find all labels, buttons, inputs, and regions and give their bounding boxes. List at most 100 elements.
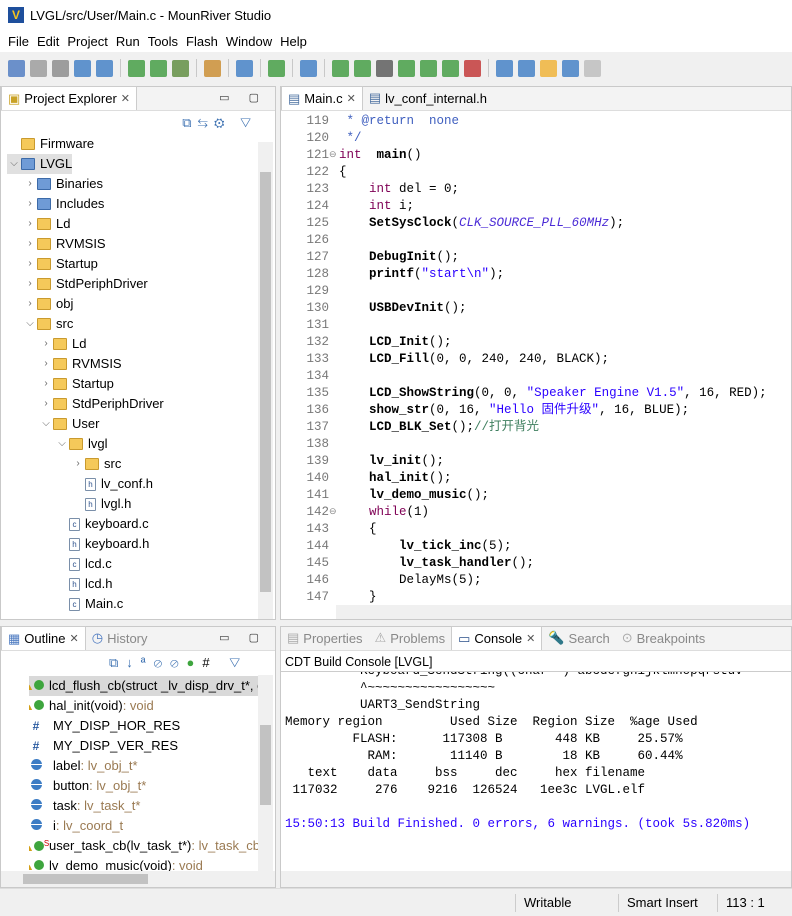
minimize-maximize-icons[interactable]: ▭ ▢ xyxy=(219,631,267,644)
code-line[interactable]: 131 xyxy=(281,317,792,334)
tab-properties[interactable]: ▤ Properties xyxy=(281,626,369,650)
tree-item-stdperiphdriver[interactable]: › StdPeriphDriver xyxy=(39,394,163,414)
toolbar-button-icon[interactable] xyxy=(332,59,349,77)
code-line[interactable]: 135 LCD_ShowString(0, 0, "Speaker Engine… xyxy=(281,385,792,402)
outline-item[interactable]: i : lv_coord_t xyxy=(29,816,259,836)
toolbar-button-icon[interactable] xyxy=(300,59,317,77)
chevron-right-icon[interactable]: › xyxy=(39,394,53,414)
toolbar-button-icon[interactable] xyxy=(496,59,513,77)
tree-item-binaries[interactable]: › Binaries xyxy=(23,174,103,194)
menu-flash[interactable]: Flash xyxy=(182,34,222,49)
tree-item-rvmsis[interactable]: › RVMSIS xyxy=(23,234,105,254)
code-line[interactable]: 119 * @return none xyxy=(281,113,792,130)
outline-item[interactable]: # MY_DISP_HOR_RES xyxy=(29,716,259,736)
close-icon[interactable]: ✕ xyxy=(526,632,535,645)
chevron-right-icon[interactable]: › xyxy=(71,454,85,474)
menu-file[interactable]: File xyxy=(4,34,33,49)
code-line[interactable]: 141 lv_demo_music(); xyxy=(281,487,792,504)
code-line[interactable]: 146 DelayMs(5); xyxy=(281,572,792,589)
chevron-right-icon[interactable]: › xyxy=(23,234,37,254)
tab-outline[interactable]: ▦ Outline ✕ xyxy=(1,626,86,650)
fold-collapse-icon[interactable]: ⊖ xyxy=(329,504,337,521)
code-line[interactable]: 123 int del = 0; xyxy=(281,181,792,198)
outline-item[interactable]: # MY_DISP_VER_RES xyxy=(29,736,259,756)
toolbar-button-icon[interactable] xyxy=(52,59,69,77)
tree-item-lvgl[interactable]: ⌵ lvgl xyxy=(55,434,107,454)
toolbar-button-icon[interactable] xyxy=(376,59,393,77)
chevron-down-icon[interactable]: ⌵ xyxy=(55,434,69,454)
code-line[interactable]: 127 DebugInit(); xyxy=(281,249,792,266)
code-line[interactable]: 121 ⊖ int main() xyxy=(281,147,792,164)
minimize-maximize-icons[interactable]: ▭ ▢ xyxy=(219,91,267,104)
chevron-right-icon[interactable]: › xyxy=(23,214,37,234)
toolbar-button-icon[interactable] xyxy=(518,59,535,77)
menu-tools[interactable]: Tools xyxy=(144,34,182,49)
toolbar-button-icon[interactable] xyxy=(96,59,113,77)
scrollbar[interactable] xyxy=(258,142,273,619)
toolbar-button-icon[interactable] xyxy=(420,59,437,77)
toolbar-button-icon[interactable] xyxy=(236,59,253,77)
tree-item-rvmsis[interactable]: › RVMSIS xyxy=(39,354,121,374)
tab-problems[interactable]: ⚠ Problems xyxy=(369,626,452,650)
tree-item-keyboard-c[interactable]: c keyboard.c xyxy=(55,514,149,534)
fold-collapse-icon[interactable]: ⊖ xyxy=(329,147,337,164)
code-line[interactable]: 137 LCD_BLK_Set();//打开背光 xyxy=(281,419,792,436)
toolbar-button-icon[interactable] xyxy=(74,59,91,77)
chevron-right-icon[interactable]: › xyxy=(23,174,37,194)
code-line[interactable]: 143 { xyxy=(281,521,792,538)
tab-console[interactable]: ▭ Console ✕ xyxy=(451,626,543,650)
tab-breakpoints[interactable]: ⊙ Breakpoints xyxy=(616,626,712,650)
toolbar-button-icon[interactable] xyxy=(540,59,557,77)
tree-item-ld[interactable]: › Ld xyxy=(23,214,70,234)
toolbar-button-icon[interactable] xyxy=(398,59,415,77)
toolbar-button-icon[interactable] xyxy=(562,59,579,77)
close-icon[interactable]: ✕ xyxy=(347,92,356,105)
horizontal-scrollbar[interactable] xyxy=(1,871,275,887)
code-line[interactable]: 147 } xyxy=(281,589,792,603)
tree-item-lvgl-h[interactable]: h lvgl.h xyxy=(71,494,131,514)
tree-item-obj[interactable]: › obj xyxy=(23,294,73,314)
toolbar-button-icon[interactable] xyxy=(354,59,371,77)
tree-item-keyboard-h[interactable]: h keyboard.h xyxy=(55,534,149,554)
code-line[interactable]: 134 xyxy=(281,368,792,385)
code-line[interactable]: 125 SetSysClock(CLK_SOURCE_PLL_60MHz); xyxy=(281,215,792,232)
toolbar-button-icon[interactable] xyxy=(30,59,47,77)
menu-project[interactable]: Project xyxy=(63,34,111,49)
outline-item[interactable]: task : lv_task_t* xyxy=(29,796,259,816)
chevron-right-icon[interactable]: › xyxy=(39,334,53,354)
code-line[interactable]: 126 xyxy=(281,232,792,249)
outline-item[interactable]: ▲ Suser_task_cb(lv_task_t*) : lv_task_cb xyxy=(29,836,259,856)
tree-item-lvgl[interactable]: ⌵ LVGL xyxy=(7,154,73,174)
outline-item[interactable]: label : lv_obj_t* xyxy=(29,756,259,776)
tab-project-explorer[interactable]: ▣ Project Explorer ✕ xyxy=(1,86,137,110)
code-line[interactable]: 142 ⊖ while(1) xyxy=(281,504,792,521)
code-line[interactable]: 124 int i; xyxy=(281,198,792,215)
toolbar-button-icon[interactable] xyxy=(172,59,189,77)
code-line[interactable]: 136 show_str(0, 16, "Hello 固件升级", 16, BL… xyxy=(281,402,792,419)
tree-item-lcd-h[interactable]: h lcd.h xyxy=(55,574,112,594)
code-line[interactable]: 138 xyxy=(281,436,792,453)
horizontal-scrollbar[interactable] xyxy=(336,605,791,619)
code-line[interactable]: 120 */ xyxy=(281,130,792,147)
menu-run[interactable]: Run xyxy=(112,34,144,49)
outline-item[interactable]: button : lv_obj_t* xyxy=(29,776,259,796)
menu-help[interactable]: Help xyxy=(276,34,311,49)
code-line[interactable]: 144 lv_tick_inc(5); xyxy=(281,538,792,555)
menu-window[interactable]: Window xyxy=(222,34,276,49)
chevron-down-icon[interactable]: ⌵ xyxy=(39,414,53,434)
toolbar-button-icon[interactable] xyxy=(150,59,167,77)
close-icon[interactable]: ✕ xyxy=(70,632,79,645)
toolbar-button-icon[interactable] xyxy=(8,59,25,77)
code-line[interactable]: 132 LCD_Init(); xyxy=(281,334,792,351)
chevron-down-icon[interactable]: ⌵ xyxy=(7,154,21,174)
code-line[interactable]: 130 USBDevInit(); xyxy=(281,300,792,317)
code-line[interactable]: 145 lv_task_handler(); xyxy=(281,555,792,572)
tab-history[interactable]: ◷ History xyxy=(86,626,154,650)
chevron-right-icon[interactable]: › xyxy=(23,274,37,294)
chevron-right-icon[interactable]: › xyxy=(23,254,37,274)
tree-item-user[interactable]: ⌵ User xyxy=(39,414,99,434)
toolbar-button-icon[interactable] xyxy=(204,59,221,77)
code-line[interactable]: 140 hal_init(); xyxy=(281,470,792,487)
tree-item-main-c[interactable]: c Main.c xyxy=(55,594,123,614)
tree-item-lcd-c[interactable]: c lcd.c xyxy=(55,554,112,574)
